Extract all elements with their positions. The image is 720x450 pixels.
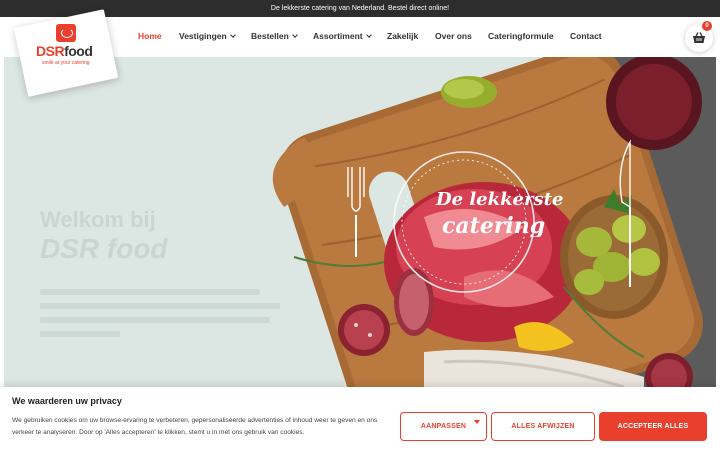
chevron-down-icon [291, 32, 298, 38]
cookie-description: We gebruiken cookies om uw browse-ervari… [12, 417, 378, 436]
accept-all-button[interactable]: ACCEPTEER ALLES [599, 412, 707, 441]
logo-tagline: smile at your catering [42, 60, 90, 66]
nav-zakelijk[interactable]: Zakelijk [387, 31, 418, 41]
chevron-down-icon [474, 420, 480, 424]
reject-all-button[interactable]: ALLES AFWIJZEN [491, 412, 595, 441]
nav-over-ons[interactable]: Over ons [435, 31, 472, 41]
hero-faded-text-line [40, 289, 260, 295]
site-logo[interactable]: DSRfood smile at your catering [13, 9, 119, 97]
logo-wordmark: DSRfood [36, 43, 93, 59]
nav-vestigingen[interactable]: Vestigingen [179, 31, 236, 41]
chevron-down-icon [365, 32, 372, 38]
hero-faded-subheading: DSR food [40, 233, 168, 264]
nav-bestellen[interactable]: Bestellen [251, 31, 298, 41]
cart-button[interactable]: 0 [685, 21, 713, 52]
chevron-down-icon [229, 32, 236, 38]
hero-banner: Welkom bij DSR food De lekkerste caterin… [4, 57, 716, 387]
hero-overlay-title: De lekkerste [435, 189, 563, 210]
hero-faded-heading: Welkom bij [40, 207, 156, 232]
announcement-bar: De lekkerste catering van Nederland. Bes… [0, 0, 720, 17]
hero-overlay-subtitle: catering [442, 213, 545, 237]
announcement-text: De lekkerste catering van Nederland. Bes… [270, 5, 450, 12]
cart-count-badge: 0 [702, 21, 712, 31]
hero-overlay-lettering: De lekkerste catering [435, 189, 563, 237]
nav-assortiment[interactable]: Assortiment [313, 31, 372, 41]
nav-contact[interactable]: Contact [570, 31, 602, 41]
hero-faded-text-line [40, 317, 270, 323]
hero-faded-text-line [40, 303, 280, 309]
customize-button[interactable]: AANPASSEN [400, 412, 487, 441]
nav-cateringformule[interactable]: Cateringformule [488, 31, 554, 41]
nav-home[interactable]: Home [138, 31, 162, 41]
cookie-title: We waarderen uw privacy [12, 396, 122, 406]
hero-faded-text-line [40, 331, 120, 337]
logo-mark-icon [56, 24, 76, 42]
basket-icon [693, 32, 705, 43]
cookie-consent-banner: We waarderen uw privacy We gebruiken coo… [0, 387, 720, 450]
